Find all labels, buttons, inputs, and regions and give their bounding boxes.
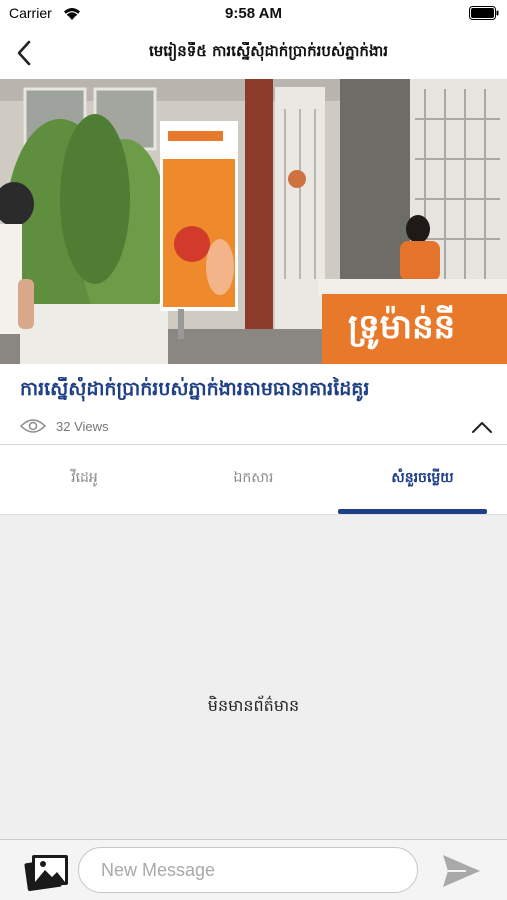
nav-bar: មេរៀនទី៥ ការស្នើសុំដាក់ប្រាក់របស់ភ្នាក់ង… [0, 28, 507, 78]
collapse-button[interactable] [467, 414, 497, 440]
tab-video[interactable]: វីដេអូ [0, 445, 169, 515]
eye-icon [20, 419, 46, 433]
content-area: មិនមានព័ត៌មាន [0, 515, 507, 839]
send-button[interactable] [440, 852, 482, 890]
message-composer [0, 839, 507, 900]
chevron-up-icon [472, 422, 492, 433]
views-count: 32 Views [56, 418, 109, 434]
sign-text: ទ្រូម៉ាន់នី [348, 307, 456, 347]
page-title: មេរៀនទី៥ ការស្នើសុំដាក់ប្រាក់របស់ភ្នាក់ង… [148, 42, 388, 60]
send-icon [443, 855, 480, 887]
tab-questions[interactable]: សំនួរចម្លើយ [338, 445, 507, 515]
clock: 9:58 AM [225, 5, 282, 22]
back-button[interactable] [6, 36, 42, 70]
tab-documents[interactable]: ឯកសារ [169, 445, 338, 515]
gallery-button[interactable] [24, 853, 70, 893]
message-input[interactable] [78, 847, 418, 893]
views-row: 32 Views [20, 415, 109, 437]
video-player[interactable]: ទ្រូម៉ាន់នី [0, 79, 507, 364]
chevron-left-icon [17, 40, 31, 66]
image-gallery-icon [24, 855, 68, 891]
lesson-title: ការស្នើសុំដាក់ប្រាក់របស់ភ្នាក់ងារតាមធានា… [20, 378, 370, 400]
tab-bar: វីដេអូ ឯកសារ សំនួរចម្លើយ [0, 445, 507, 515]
empty-state-text: មិនមានព័ត៌មាន [207, 696, 300, 715]
battery-icon [469, 6, 499, 20]
status-bar: Carrier 9:58 AM [0, 0, 507, 28]
